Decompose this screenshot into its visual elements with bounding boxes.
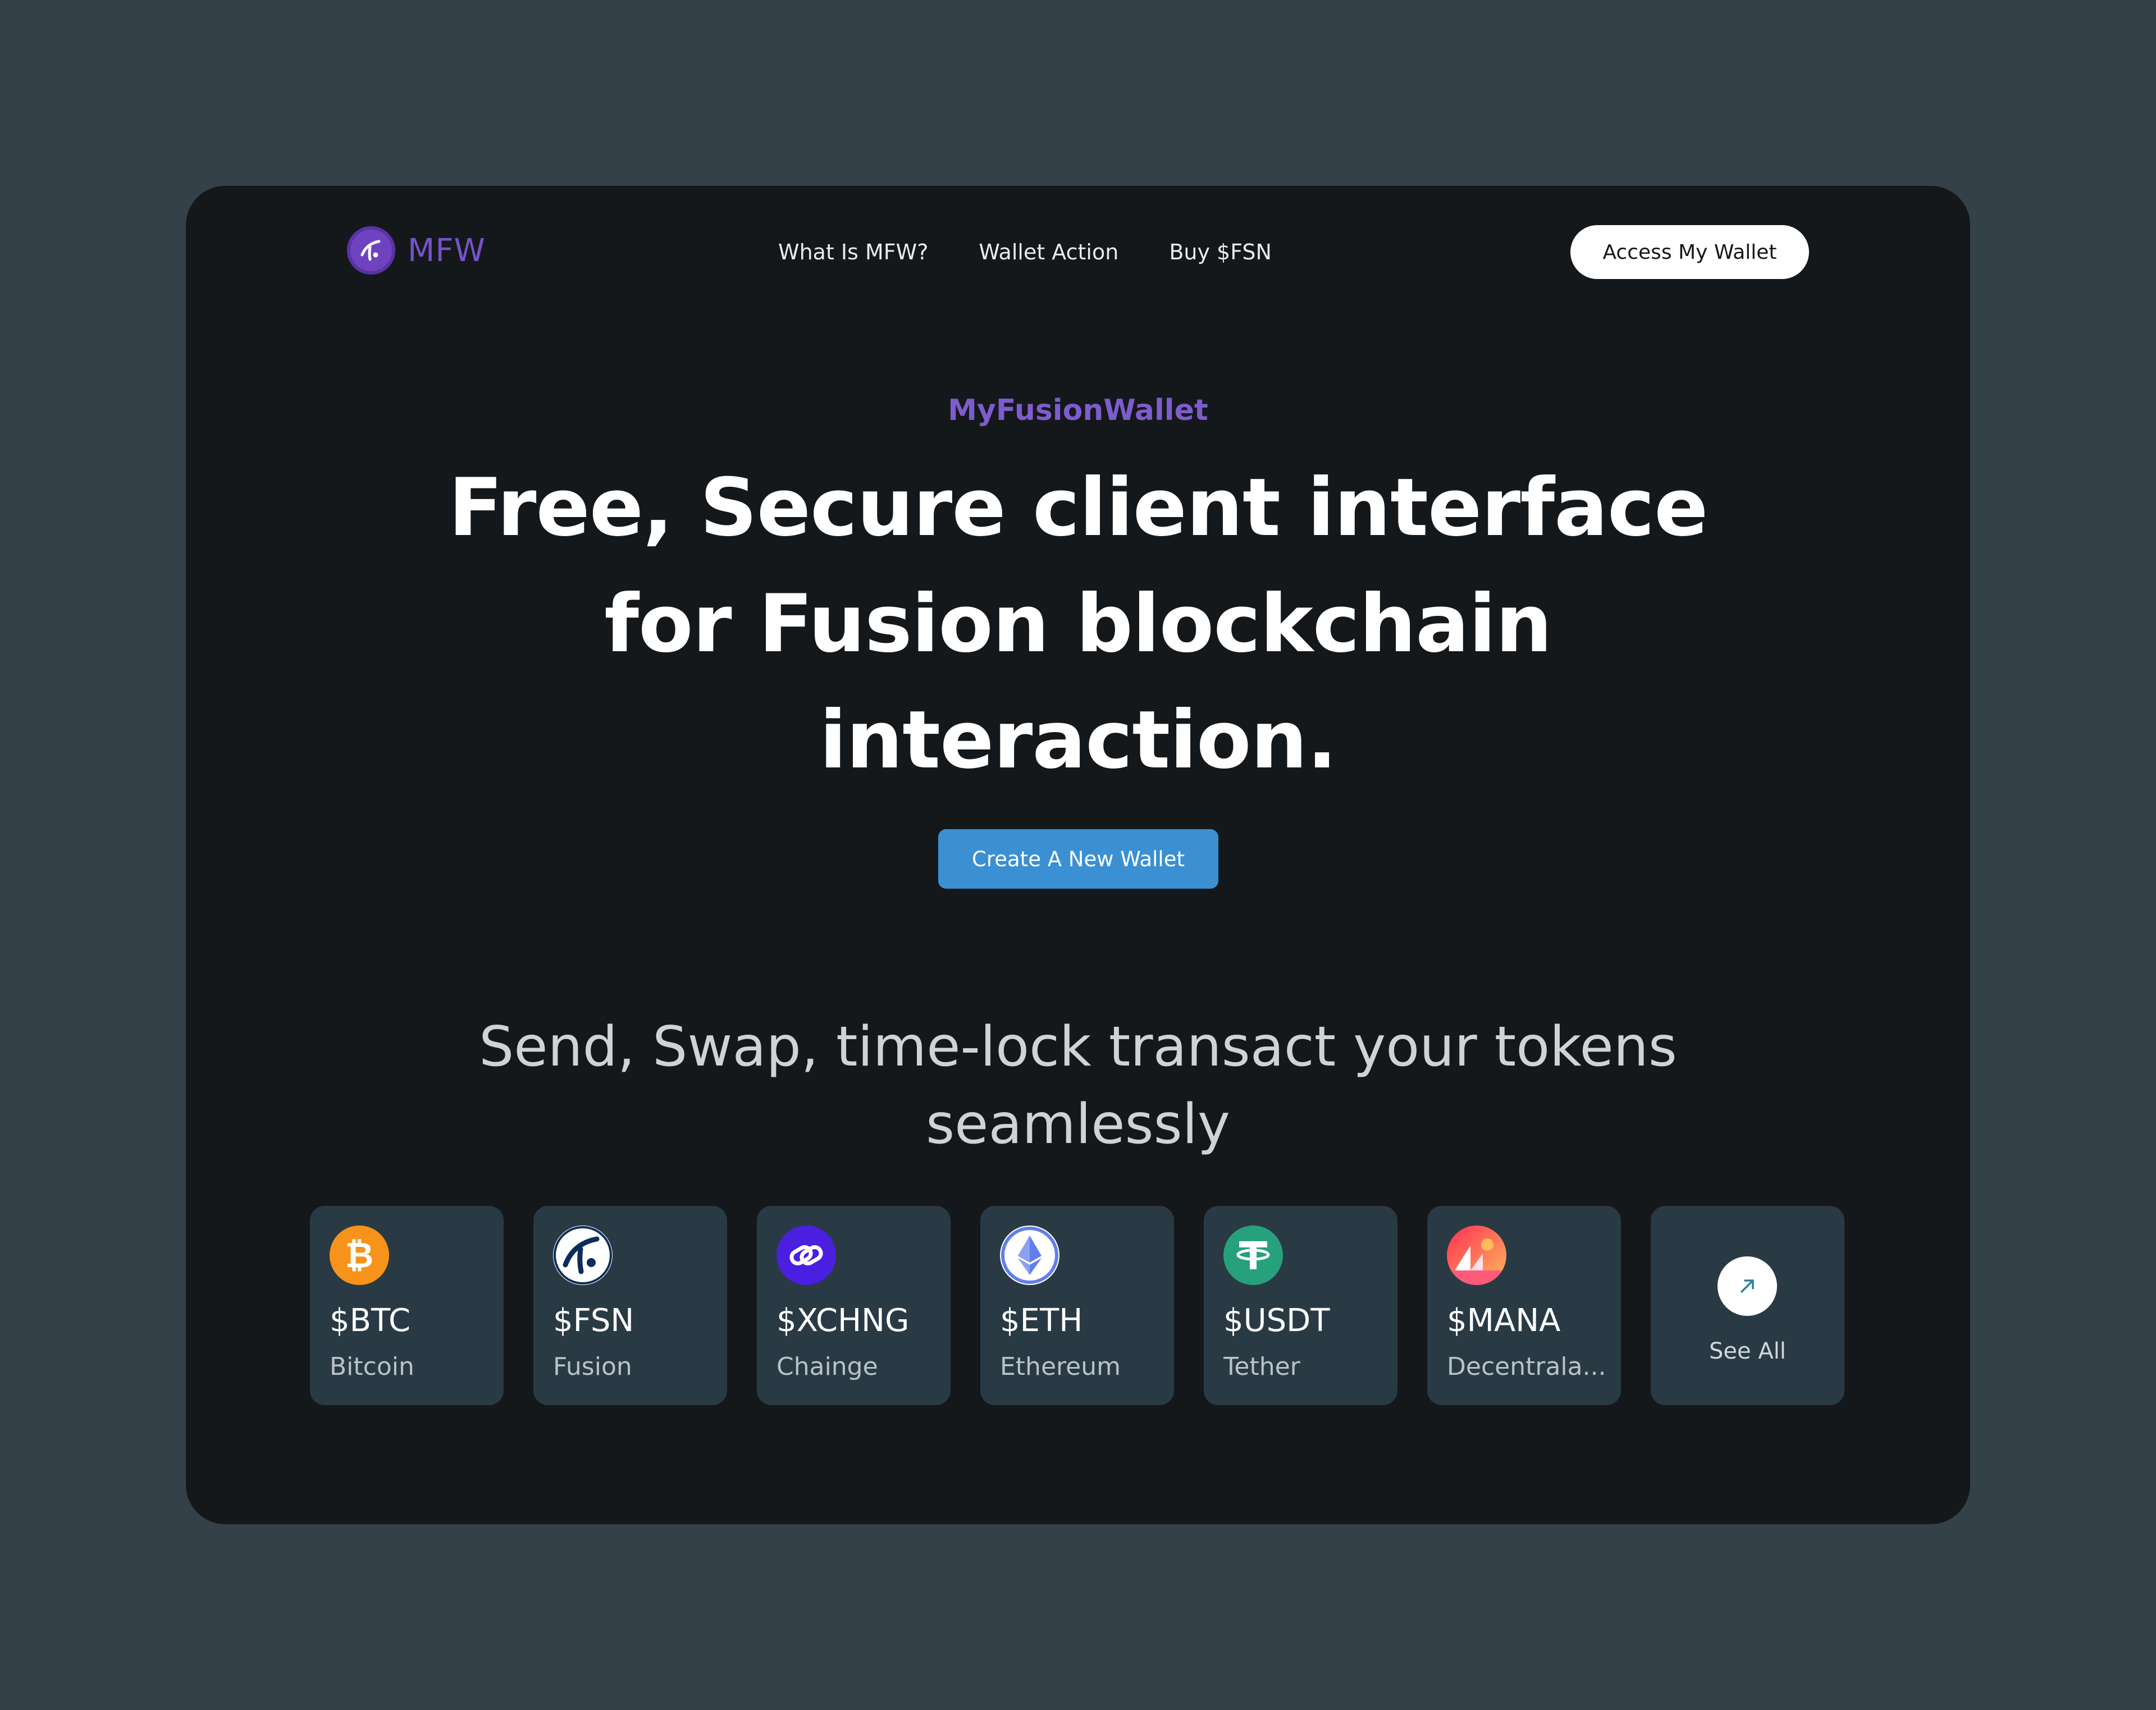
nav-link-what-is-mfw[interactable]: What Is MFW?	[778, 240, 928, 264]
headline-line: for Fusion blockchain	[604, 578, 1552, 670]
nav-link-buy-fsn[interactable]: Buy $FSN	[1169, 240, 1272, 264]
create-wallet-button[interactable]: Create A New Wallet	[938, 829, 1218, 889]
token-card-eth[interactable]: $ETH Ethereum	[980, 1206, 1174, 1405]
token-symbol: $MANA	[1447, 1302, 1561, 1339]
hero-subhead: Send, Swap, time-lock transact your toke…	[186, 1008, 1970, 1163]
access-wallet-button[interactable]: Access My Wallet	[1570, 225, 1809, 279]
token-card-btc[interactable]: ₿ $BTC Bitcoin	[310, 1206, 504, 1405]
token-symbol: $ETH	[1000, 1302, 1083, 1339]
token-symbol: $BTC	[330, 1302, 411, 1339]
hero-eyebrow: MyFusionWallet	[948, 394, 1208, 427]
token-name: Tether	[1223, 1352, 1300, 1381]
token-card-usdt[interactable]: $USDT Tether	[1204, 1206, 1397, 1405]
svg-text:₿: ₿	[345, 1235, 374, 1275]
token-list: ₿ $BTC Bitcoin $FSN Fusion $XCHNG Chaing…	[310, 1206, 1844, 1405]
headline-line: interaction.	[819, 694, 1337, 787]
nav-link-wallet-action[interactable]: Wallet Action	[979, 240, 1118, 264]
chainge-icon	[776, 1226, 836, 1285]
see-all-card[interactable]: See All	[1651, 1206, 1844, 1405]
tether-icon	[1223, 1226, 1283, 1285]
token-name: Ethereum	[1000, 1352, 1121, 1381]
hero-headline: Free, Secure client interface for Fusion…	[186, 450, 1970, 798]
subhead-line: seamlessly	[926, 1092, 1230, 1156]
token-card-xchng[interactable]: $XCHNG Chainge	[757, 1206, 951, 1405]
fusion-logo-icon	[347, 226, 395, 275]
token-card-fsn[interactable]: $FSN Fusion	[533, 1206, 727, 1405]
arrow-up-right-icon	[1718, 1256, 1777, 1316]
logo[interactable]: MFW	[347, 226, 486, 275]
token-name: Decentrala...	[1447, 1352, 1606, 1381]
headline-line: Free, Secure client interface	[448, 461, 1709, 554]
token-symbol: $FSN	[553, 1302, 634, 1339]
token-symbol: $XCHNG	[776, 1302, 910, 1339]
subhead-line: Send, Swap, time-lock transact your toke…	[479, 1015, 1677, 1079]
main-nav: What Is MFW? Wallet Action Buy $FSN	[778, 240, 1272, 264]
logo-text: MFW	[408, 232, 486, 269]
token-card-mana[interactable]: $MANA Decentrala...	[1427, 1206, 1621, 1405]
ethereum-icon	[1000, 1226, 1059, 1285]
token-name: Chainge	[776, 1352, 878, 1381]
bitcoin-icon: ₿	[330, 1226, 389, 1285]
token-name: Bitcoin	[330, 1352, 414, 1381]
see-all-label: See All	[1709, 1338, 1786, 1364]
decentraland-icon	[1447, 1226, 1506, 1285]
token-symbol: $USDT	[1223, 1302, 1330, 1339]
app-frame: MFW What Is MFW? Wallet Action Buy $FSN …	[186, 186, 1970, 1524]
token-name: Fusion	[553, 1352, 632, 1381]
fusion-icon	[553, 1226, 613, 1285]
